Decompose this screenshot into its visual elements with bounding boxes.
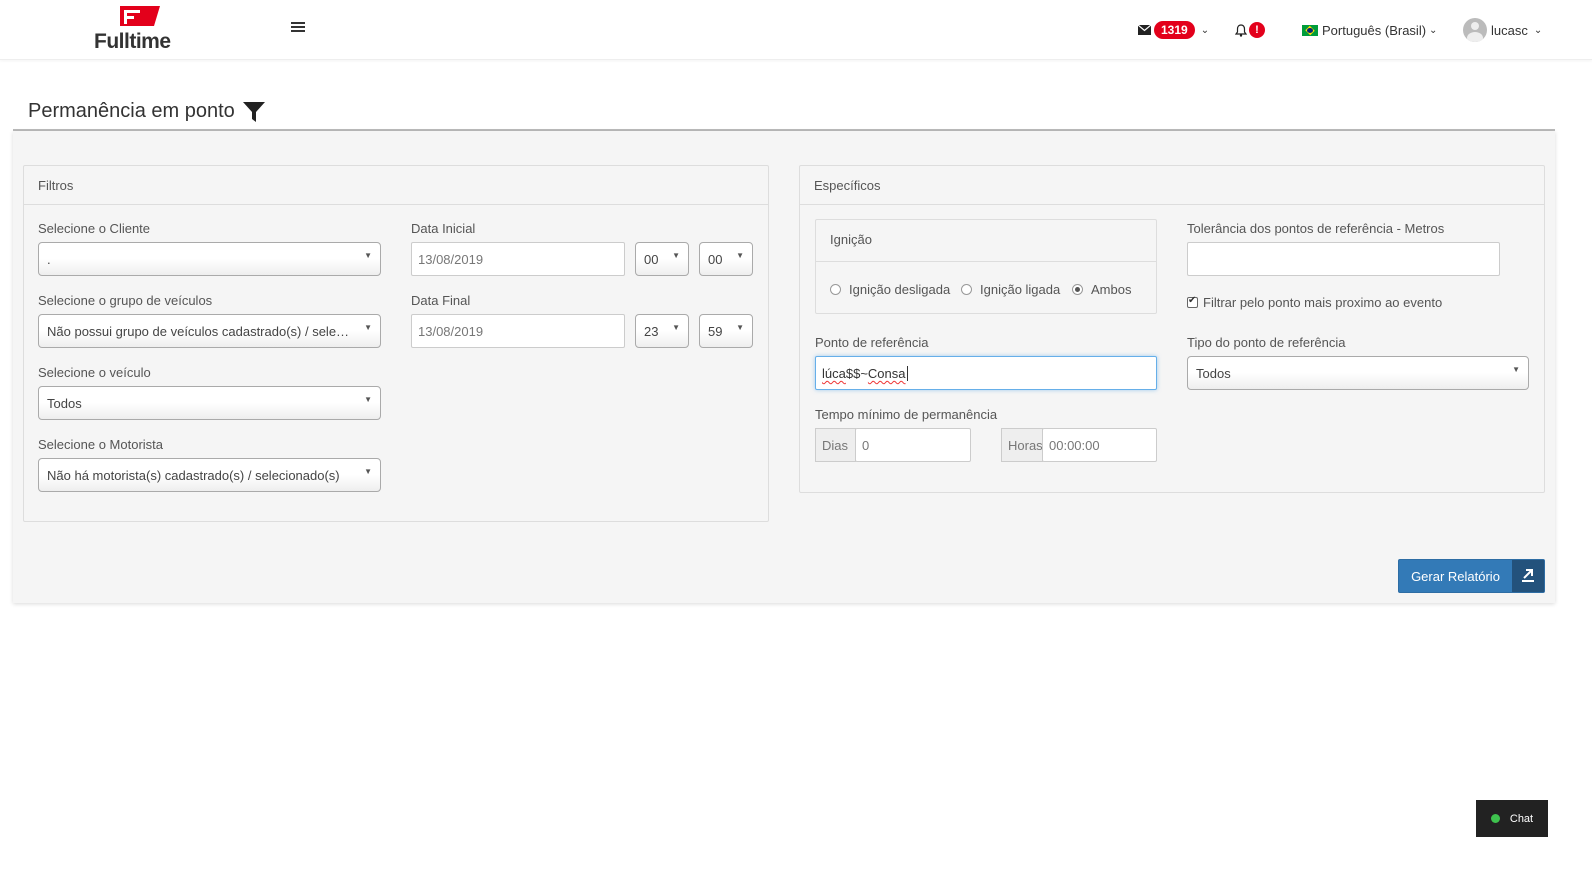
chevron-down-icon: ⌄ [1429,24,1438,36]
gerar-relatorio-label: Gerar Relatório [1411,568,1500,584]
ponto-referencia-input[interactable]: lúca$$~Consa [815,356,1157,390]
alert-badge: ! [1249,22,1265,38]
bell-icon [1235,23,1247,37]
avatar [1463,18,1487,42]
hora-inicial-select[interactable]: 00 ▼ [635,242,689,276]
filtrar-proximo-label: Filtrar pelo ponto mais proximo ao event… [1203,295,1443,310]
dias-addon: Dias [815,428,856,462]
filtrar-proximo-checkbox[interactable] [1187,295,1198,308]
ambos-radio[interactable] [1072,284,1083,295]
horas-addon: Horas [1001,428,1043,462]
chevron-down-icon: ⌄ [1533,24,1543,36]
ponto-referencia-label: Ponto de referência [815,335,929,350]
minuto-inicial-select[interactable]: 00 ▼ [699,242,753,276]
filtros-panel-title: Filtros [24,166,768,205]
dropdown-arrow-icon: ▼ [1512,365,1520,374]
envelope-icon [1138,25,1151,35]
ponto-value-part2: $$~ [845,366,868,381]
ignicao-desligada-option[interactable]: Ignição desligada [830,282,950,297]
logo-text: Fulltime [94,30,171,53]
tipo-ponto-select[interactable]: Todos ▼ [1187,356,1529,390]
minuto-final-value: 59 [708,324,723,339]
dropdown-arrow-icon: ▼ [672,323,680,332]
veiculo-label: Selecione o veículo [38,365,151,380]
tipo-ponto-label: Tipo do ponto de referência [1187,335,1346,350]
veiculo-select[interactable]: Todos ▼ [38,386,381,420]
dropdown-arrow-icon: ▼ [364,251,372,260]
veiculo-select-value: Todos [47,396,82,411]
ignicao-ligada-option[interactable]: Ignição ligada [961,282,1060,297]
text-cursor [906,366,908,381]
brazil-flag-icon [1302,24,1318,36]
chevron-down-icon: ⌄ [1200,24,1210,36]
minuto-inicial-value: 00 [708,252,723,267]
minuto-final-select[interactable]: 59 ▼ [699,314,753,348]
data-final-input[interactable]: 13/08/2019 [411,314,625,348]
dropdown-arrow-icon: ▼ [364,467,372,476]
filter-icon[interactable] [242,101,265,122]
chat-label: Chat [1509,812,1534,825]
cliente-select[interactable]: . ▼ [38,242,381,276]
ignicao-ligada-label: Ignição ligada [980,282,1061,297]
data-inicial-input[interactable]: 13/08/2019 [411,242,625,276]
page-title-text: Permanência em ponto [28,100,235,122]
data-final-label: Data Final [411,293,471,308]
language-label: Português (Brasil) [1322,22,1427,38]
grupo-select-value: Não possui grupo de veículos cadastrado(… [47,324,381,339]
logo-mark-icon [120,6,160,26]
page-title: Permanência em ponto [28,100,265,123]
motorista-select-value: Não há motorista(s) cadastrado(s) / sele… [47,468,340,483]
user-dropdown[interactable]: lucasc ⌄ [1463,18,1542,42]
top-navbar: Fulltime 1319 ⌄ ! Português (Brasil) ⌄ l… [0,0,1592,60]
data-inicial-label: Data Inicial [411,221,476,236]
language-dropdown[interactable]: Português (Brasil) ⌄ [1302,18,1437,42]
grupo-veiculos-select[interactable]: Não possui grupo de veículos cadastrado(… [38,314,381,348]
export-icon [1512,560,1544,592]
messages-count-badge: 1319 [1154,21,1195,39]
motorista-select[interactable]: Não há motorista(s) cadastrado(s) / sele… [38,458,381,492]
chat-widget-button[interactable]: Chat [1476,800,1548,837]
username: lucasc [1491,22,1528,38]
ponto-value-part1: lúca [822,366,846,381]
hora-inicial-value: 00 [644,252,659,267]
dropdown-arrow-icon: ▼ [364,395,372,404]
online-status-icon [1490,814,1500,823]
ignicao-desligada-label: Ignição desligada [849,282,951,297]
especificos-panel-title: Específicos [800,166,1544,205]
dropdown-arrow-icon: ▼ [364,323,372,332]
dias-input[interactable]: 0 [855,428,971,462]
motorista-label: Selecione o Motorista [38,437,164,452]
cliente-label: Selecione o Cliente [38,221,151,236]
grupo-label: Selecione o grupo de veículos [38,293,213,308]
dropdown-arrow-icon: ▼ [736,251,744,260]
tolerancia-label: Tolerância dos pontos de referência - Me… [1187,221,1445,236]
tipo-ponto-value: Todos [1196,366,1231,381]
dropdown-arrow-icon: ▼ [672,251,680,260]
ambos-label: Ambos [1091,282,1132,297]
ponto-value-part3: Consa [867,366,906,381]
hora-final-value: 23 [644,324,659,339]
notifications-dropdown[interactable]: ! [1235,18,1265,42]
tolerancia-input[interactable] [1187,242,1500,276]
cliente-select-value: . [47,252,51,267]
ignicao-panel: Ignição [815,219,1157,314]
fulltime-logo[interactable]: Fulltime [94,4,174,54]
ignicao-title: Ignição [816,220,1156,262]
menu-toggle-icon[interactable] [291,22,305,36]
dropdown-arrow-icon: ▼ [736,323,744,332]
tempo-minimo-label: Tempo mínimo de permanência [815,407,998,422]
messages-dropdown[interactable]: 1319 ⌄ [1138,18,1209,42]
ignicao-desligada-radio[interactable] [830,284,841,295]
ambos-option[interactable]: Ambos [1072,282,1131,297]
filtrar-proximo-option[interactable]: Filtrar pelo ponto mais proximo ao event… [1187,295,1442,310]
gerar-relatorio-button[interactable]: Gerar Relatório [1398,559,1545,593]
hora-final-select[interactable]: 23 ▼ [635,314,689,348]
ignicao-ligada-radio[interactable] [961,284,972,295]
horas-input[interactable]: 00:00:00 [1042,428,1157,462]
